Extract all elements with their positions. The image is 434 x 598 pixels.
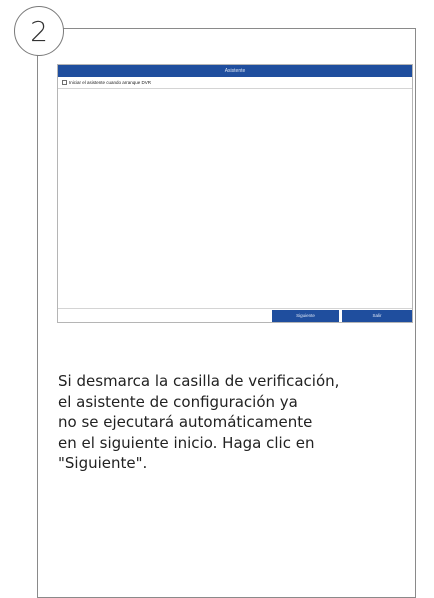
wizard-title: Asistente — [224, 68, 246, 74]
startup-checkbox-row[interactable]: Iniciar el asistente cuando arranque DVR — [58, 77, 412, 89]
wizard-footer: Siguiente Salir — [58, 308, 412, 322]
wizard-screenshot: Asistente Iniciar el asistente cuando ar… — [57, 64, 413, 323]
exit-button[interactable]: Salir — [342, 310, 412, 322]
step-number-badge: 2 — [14, 6, 64, 56]
instruction-line: el asistente de configuración ya — [58, 392, 298, 411]
startup-checkbox-label: Iniciar el asistente cuando arranque DVR — [69, 80, 152, 85]
instruction-line: no se ejecutará automáticamente — [58, 413, 313, 431]
instruction-line: "Siguiente". — [58, 454, 148, 472]
next-button[interactable]: Siguiente — [272, 310, 339, 322]
wizard-title-bar: Asistente — [58, 65, 412, 77]
instruction-line: en el siguiente inicio. Haga clic en — [58, 433, 315, 452]
instruction-line: Si desmarca la casilla de verificación, — [58, 372, 340, 390]
startup-checkbox[interactable] — [62, 80, 67, 85]
instruction-text: Si desmarca la casilla de verificación, … — [58, 371, 408, 474]
